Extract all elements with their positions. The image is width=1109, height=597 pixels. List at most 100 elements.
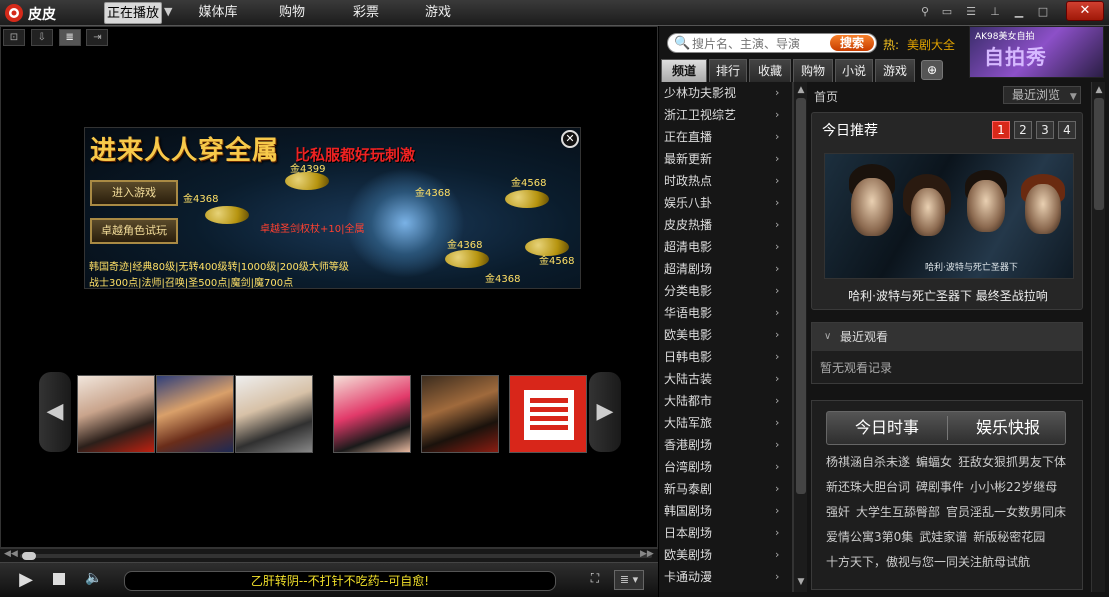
rewind-icon[interactable]: ◀◀ bbox=[4, 549, 18, 559]
menu-shopping[interactable]: 购物 bbox=[272, 2, 312, 24]
channel-item[interactable]: 超清电影 › bbox=[659, 236, 792, 258]
news-link[interactable]: 蝙蝠女 bbox=[916, 455, 952, 469]
content-scrollbar[interactable]: ▲ bbox=[1091, 82, 1105, 592]
news-link[interactable]: 碑剧事件 bbox=[916, 480, 964, 494]
scrollbar-thumb[interactable] bbox=[1094, 98, 1104, 210]
pin-icon[interactable]: ⊥ bbox=[986, 3, 1004, 21]
channel-item[interactable]: 欧美剧场 › bbox=[659, 544, 792, 566]
page-3-button[interactable]: 3 bbox=[1036, 121, 1054, 139]
hot-keyword-link[interactable]: 美剧大全 bbox=[907, 36, 955, 53]
channel-scrollbar[interactable]: ▲ ▼ bbox=[793, 82, 807, 592]
minimode-icon[interactable]: ▭ bbox=[938, 3, 956, 21]
channel-item[interactable]: 时政热点 › bbox=[659, 170, 792, 192]
channel-item[interactable]: 新马泰剧 › bbox=[659, 478, 792, 500]
channel-item[interactable]: 正在直播 › bbox=[659, 126, 792, 148]
channel-item[interactable]: 分类电影 › bbox=[659, 280, 792, 302]
news-link[interactable]: 爱情公寓3第0集 bbox=[826, 530, 913, 544]
search-input[interactable] bbox=[692, 36, 824, 51]
channel-item[interactable]: 香港剧场 › bbox=[659, 434, 792, 456]
channel-item[interactable]: 韩国剧场 › bbox=[659, 500, 792, 522]
volume-icon[interactable]: 🔈 bbox=[84, 570, 104, 590]
scroll-up-icon[interactable]: ▲ bbox=[1093, 84, 1105, 96]
download-icon[interactable]: ⇩ bbox=[30, 29, 53, 46]
channel-item[interactable]: 日韩电影 › bbox=[659, 346, 792, 368]
channel-item[interactable]: 大陆都市 › bbox=[659, 390, 792, 412]
tab-today-news[interactable]: 今日时事 bbox=[827, 412, 947, 444]
skin-icon[interactable]: ⚲ bbox=[916, 3, 934, 21]
seek-track[interactable] bbox=[20, 554, 652, 558]
fullscreen-icon[interactable]: ⛶ bbox=[586, 571, 604, 589]
search-button[interactable]: 搜索 bbox=[830, 35, 874, 51]
brand-ad[interactable]: AK98美女自拍 自拍秀 bbox=[969, 26, 1104, 78]
channel-item[interactable]: 浙江卫视综艺 › bbox=[659, 104, 792, 126]
video-player[interactable]: ⊡ ⇩ ≣ ⇥ 进来人人穿全属 比私服都好玩刺激 ✕ 进入游戏 卓越角色试玩 金… bbox=[0, 26, 658, 548]
ad-enter-game-button[interactable]: 进入游戏 bbox=[90, 180, 178, 206]
news-link[interactable]: 武娃家谱 bbox=[919, 530, 967, 544]
thumbnail[interactable] bbox=[333, 375, 411, 453]
minimize-icon[interactable]: ▁ bbox=[1010, 3, 1028, 21]
page-4-button[interactable]: 4 bbox=[1058, 121, 1076, 139]
recent-browse-dropdown[interactable]: 最近浏览 ▼ bbox=[1003, 86, 1081, 104]
news-link[interactable]: 杨祺涵自杀未遂 bbox=[826, 455, 910, 469]
thumbnail[interactable] bbox=[77, 375, 155, 453]
page-2-button[interactable]: 2 bbox=[1014, 121, 1032, 139]
playlist-button[interactable]: ≣ ▾ bbox=[614, 570, 644, 590]
now-playing-marquee[interactable]: 乙肝转阴--不打针不吃药--可自愈! bbox=[124, 571, 556, 591]
news-link[interactable]: 大学生互舔臀部 bbox=[856, 505, 940, 519]
menu-games[interactable]: 游戏 bbox=[418, 2, 458, 24]
channel-item[interactable]: 超清剧场 › bbox=[659, 258, 792, 280]
channel-item[interactable]: 卡通动漫 › bbox=[659, 566, 792, 588]
scroll-down-icon[interactable]: ▼ bbox=[795, 576, 807, 588]
thumbnail[interactable] bbox=[509, 375, 587, 453]
tab-games[interactable]: 游戏 bbox=[875, 59, 915, 82]
tab-entertainment-news[interactable]: 娱乐快报 bbox=[948, 412, 1068, 444]
ad-close-icon[interactable]: ✕ bbox=[561, 130, 579, 148]
news-link[interactable]: 新还珠大胆台词 bbox=[826, 480, 910, 494]
recent-watch-header[interactable]: ∨ 最近观看 bbox=[812, 323, 1082, 351]
news-link[interactable]: 官员淫乱一女数男同床 bbox=[946, 505, 1066, 519]
channel-item[interactable]: 台湾剧场 › bbox=[659, 456, 792, 478]
seek-knob[interactable] bbox=[22, 552, 36, 560]
news-link[interactable]: 十方天下，傲视与您一同关注航母试航 bbox=[826, 555, 1030, 569]
maximize-icon[interactable]: □ bbox=[1034, 3, 1052, 21]
strip-prev-button[interactable]: ◀ bbox=[39, 372, 71, 452]
menu-media-library[interactable]: 媒体库 bbox=[192, 2, 244, 24]
menu-icon[interactable]: ☰ bbox=[962, 3, 980, 21]
tab-novels[interactable]: 小说 bbox=[835, 59, 873, 82]
close-button[interactable]: ✕ bbox=[1066, 1, 1104, 21]
tab-channels[interactable]: 频道 bbox=[661, 59, 707, 82]
scroll-up-icon[interactable]: ▲ bbox=[795, 84, 807, 96]
page-1-button[interactable]: 1 bbox=[992, 121, 1010, 139]
channel-item[interactable]: 欧美电影 › bbox=[659, 324, 792, 346]
play-button[interactable]: ▶ bbox=[14, 569, 38, 591]
news-link[interactable]: 强奸 bbox=[826, 505, 850, 519]
thumbnail[interactable] bbox=[156, 375, 234, 453]
more-tabs-icon[interactable]: ⊕ bbox=[921, 60, 943, 80]
breadcrumb-home[interactable]: 首页 bbox=[814, 88, 838, 105]
channel-item[interactable]: 最新更新 › bbox=[659, 148, 792, 170]
channel-item[interactable]: 大陆古装 › bbox=[659, 368, 792, 390]
tab-shopping[interactable]: 购物 bbox=[793, 59, 833, 82]
thumbnail[interactable] bbox=[235, 375, 313, 453]
tab-favorites[interactable]: 收藏 bbox=[749, 59, 791, 82]
channel-item[interactable]: 少林功夫影视 › bbox=[659, 82, 792, 104]
featured-poster[interactable]: 哈利·波特与死亡圣器下 bbox=[824, 153, 1074, 279]
news-link[interactable]: 小小彬22岁继母 bbox=[970, 480, 1057, 494]
channel-item[interactable]: 娱乐八卦 › bbox=[659, 192, 792, 214]
channel-item[interactable]: 日本剧场 › bbox=[659, 522, 792, 544]
screenshot-icon[interactable]: ⊡ bbox=[3, 29, 25, 46]
channel-item[interactable]: 皮皮热播 › bbox=[659, 214, 792, 236]
seek-bar[interactable]: ◀◀ ▶▶ bbox=[0, 548, 658, 562]
menu-now-playing[interactable]: 正在播放 bbox=[104, 2, 162, 24]
featured-title-link[interactable]: 哈利·波特与死亡圣器下 最终圣战拉响 bbox=[812, 287, 1084, 304]
forward-icon[interactable]: ▶▶ bbox=[640, 549, 654, 559]
thumbnail[interactable] bbox=[421, 375, 499, 453]
scrollbar-thumb[interactable] bbox=[796, 98, 806, 494]
channel-item[interactable]: 华语电影 › bbox=[659, 302, 792, 324]
news-link[interactable]: 狂敌女狠抓男友下体 bbox=[958, 455, 1066, 469]
strip-next-button[interactable]: ▶ bbox=[589, 372, 621, 452]
tab-ranking[interactable]: 排行 bbox=[709, 59, 747, 82]
chevron-down-icon[interactable]: ▼ bbox=[164, 5, 172, 18]
stop-button[interactable] bbox=[53, 573, 65, 585]
list-view-icon[interactable]: ≣ bbox=[58, 29, 81, 46]
